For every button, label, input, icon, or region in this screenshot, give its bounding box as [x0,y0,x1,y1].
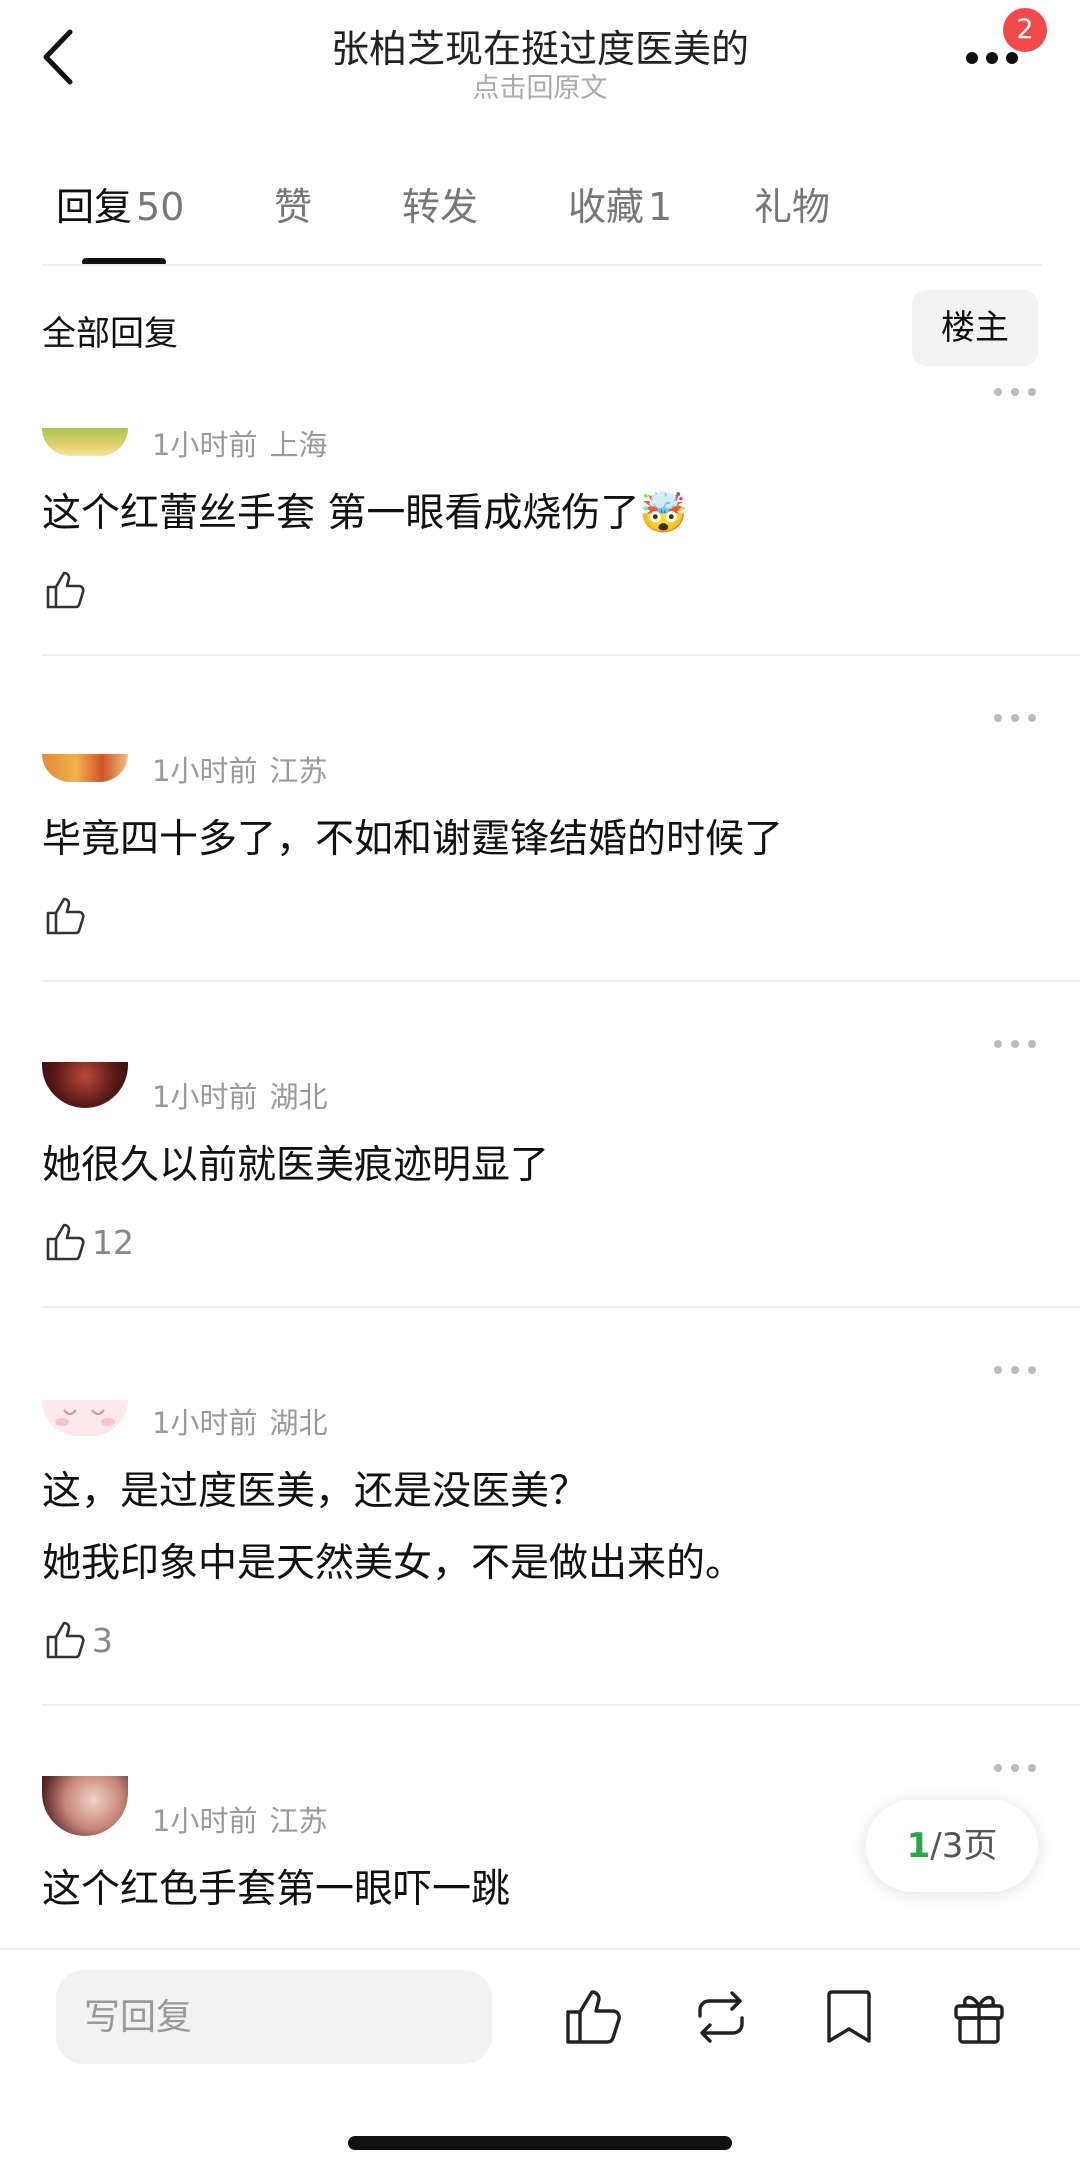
page-title: 张柏芝现在挺过度医美的 [330,27,749,71]
bottom-action-bar [0,1948,1080,2180]
tab-label: 收藏 [568,185,645,229]
reply-input[interactable] [56,1970,492,2064]
comment-meta: 1小时前 江苏 [152,1798,327,1840]
tab-gifts[interactable]: 礼物 [754,176,830,231]
comment-text: 毕竟四十多了，不如和谢霆锋结婚的时候了 [42,817,784,862]
divider [42,264,1042,266]
avatar[interactable] [42,1062,128,1108]
current-page: 1 [906,1826,931,1866]
comment-meta: 1小时前 湖北 [152,1074,327,1116]
divider [42,1306,1080,1308]
comment-meta: 1小时前 上海 [152,422,327,464]
page-indicator[interactable]: 1/3页 [866,1800,1038,1892]
like-button[interactable] [44,894,86,938]
comment-more-icon[interactable] [990,1758,1040,1778]
comment-location: 上海 [269,428,328,462]
notification-badge: 2 [1003,8,1047,52]
comment-more-icon[interactable] [990,1360,1040,1380]
comment-more-icon[interactable] [990,382,1040,402]
comment-location: 湖北 [269,1406,328,1440]
thumbs-up-icon [46,1223,85,1261]
comment-location: 湖北 [269,1080,328,1114]
comment-text: 这个红蕾丝手套 第一眼看成烧伤了🤯 [42,491,688,536]
view-original-link[interactable]: 点击回原文 [0,66,1080,105]
tab-count: 50 [136,185,185,229]
tab-label: 礼物 [754,185,831,229]
tab-count: 1 [648,185,673,229]
like-icon[interactable] [562,1986,624,2048]
comment-meta: 1小时前 湖北 [152,1400,327,1442]
comment-more-icon[interactable] [990,1034,1040,1054]
comment-text: 这，是过度医美，还是没医美？ [42,1469,589,1514]
tab-reposts[interactable]: 转发 [402,176,478,231]
divider [42,654,1080,656]
comment-meta: 1小时前 江苏 [152,748,327,790]
comment-location: 江苏 [269,1804,328,1838]
like-button[interactable]: 3 [44,1618,113,1662]
top-nav-bar: 张柏芝现在挺过度医美的 点击回原文 2 [0,0,1080,110]
tab-label: 转发 [402,185,479,229]
comment-text-line2: 她我印象中是天然美女，不是做出来的。 [42,1541,745,1586]
home-indicator [348,2136,732,2150]
comment-time: 1小时前 [152,1080,258,1114]
like-count: 12 [92,1222,134,1262]
tab-label: 回复 [56,185,133,229]
like-count: 3 [92,1620,113,1660]
op-only-button[interactable]: 楼主 [912,290,1038,366]
comment-time: 1小时前 [152,428,258,462]
tab-favorites[interactable]: 收藏 1 [568,176,672,231]
like-button[interactable] [44,568,86,612]
comment-text: 她很久以前就医美痕迹明显了 [42,1143,550,1188]
cartoon-face-icon [55,1409,115,1426]
thumbs-up-icon [46,1621,85,1659]
comment-location: 江苏 [269,754,328,788]
avatar[interactable] [42,1776,128,1836]
total-pages: /3页 [930,1826,998,1866]
comment-text: 这个红色手套第一眼吓一跳 [42,1867,511,1912]
tab-label: 赞 [274,185,313,229]
thumbs-up-icon [46,897,85,935]
bookmark-icon[interactable] [818,1986,880,2048]
avatar[interactable] [42,1400,128,1436]
divider [42,1704,1080,1706]
divider [42,980,1080,982]
tab-replies[interactable]: 回复 50 [56,176,184,231]
comment-time: 1小时前 [152,1804,258,1838]
comment-time: 1小时前 [152,754,258,788]
like-button[interactable]: 12 [44,1220,134,1264]
tab-likes[interactable]: 赞 [274,176,312,231]
avatar[interactable] [42,428,128,456]
repost-icon[interactable] [690,1986,752,2048]
thumbs-up-icon [46,571,85,609]
gift-icon[interactable] [948,1986,1010,2048]
tab-bar: 回复 50 赞 转发 收藏 1 礼物 [0,168,1080,248]
comment-more-icon[interactable] [990,708,1040,728]
comment-time: 1小时前 [152,1406,258,1440]
all-replies-label: 全部回复 [42,314,178,354]
avatar[interactable] [42,754,128,782]
